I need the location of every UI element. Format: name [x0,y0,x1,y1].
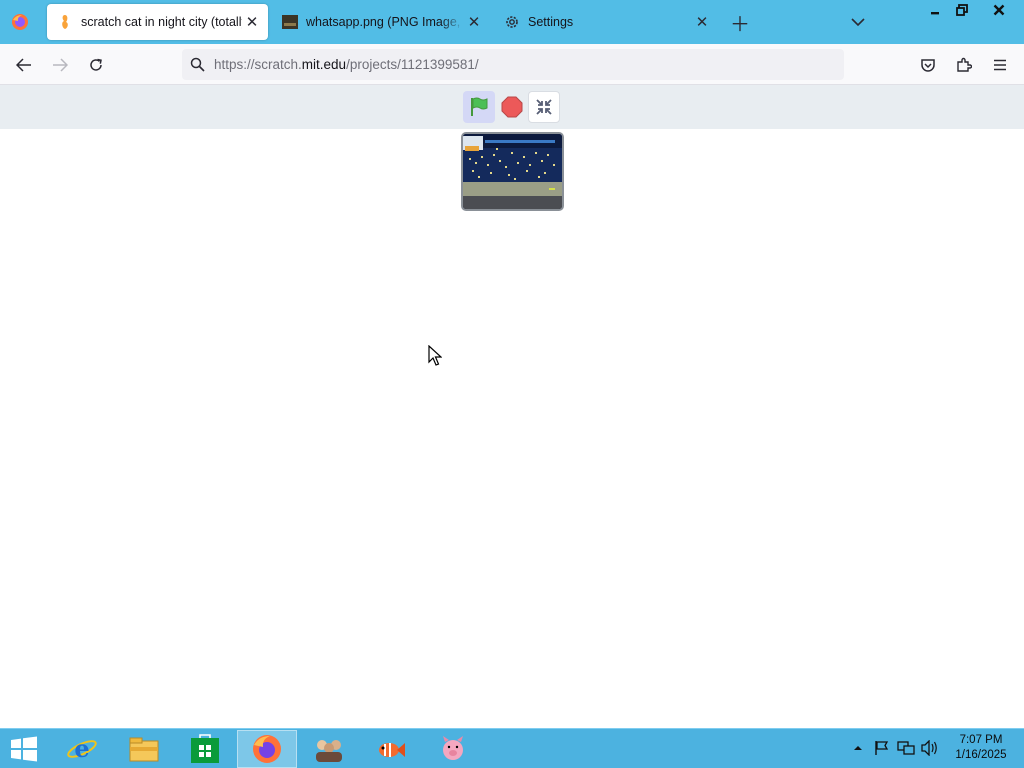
network-icon [897,741,915,755]
svg-text:e: e [74,734,89,763]
app-menu-button[interactable] [985,50,1015,80]
navigation-toolbar: https://scratch.mit.edu/projects/1121399… [0,44,1024,85]
project-stage[interactable] [461,132,564,211]
speaker-icon [921,740,937,756]
firefox-icon [12,14,28,30]
fish-icon [379,743,405,757]
close-icon [993,4,1005,16]
pointer-cursor-icon [428,344,443,366]
clock-date: 1/16/2025 [955,749,1007,761]
back-arrow-icon [16,58,31,72]
extensions-button[interactable] [949,50,979,80]
tab-label: Settings [528,15,574,29]
tab-settings[interactable]: Settings ✕ [494,4,718,40]
caret-up-icon [854,746,862,750]
pocket-button[interactable] [913,50,943,80]
tab-close-button[interactable]: ✕ [692,12,712,32]
minimize-icon [931,12,939,15]
file-explorer-icon [129,737,159,762]
internet-explorer-icon: e [67,734,97,763]
reload-icon [90,58,102,71]
exit-fullscreen-icon [536,99,552,115]
store-icon [191,734,219,763]
address-bar[interactable]: https://scratch.mit.edu/projects/1121399… [182,49,844,80]
night-city-scene [463,134,562,209]
clock-time: 7:07 PM [959,734,1003,746]
taskbar-internet-explorer[interactable]: e [52,730,112,768]
windows-taskbar: e [0,728,1024,768]
tab-strip: scratch cat in night city (totally not i… [0,0,1024,44]
exit-fullscreen-button[interactable] [528,91,560,123]
tab-whatsapp-image[interactable]: whatsapp.png (PNG Image, 34… ✕ [272,4,490,40]
restore-icon [956,4,968,16]
taskbar-store[interactable] [175,730,235,768]
green-flag-icon [471,97,488,116]
tab-scratch-project[interactable]: scratch cat in night city (totally not i… [47,4,268,40]
mouse-cursor [428,344,443,372]
taskbar-people-app[interactable] [299,730,359,768]
tab-label: scratch cat in night city (totally not i… [81,15,242,29]
firefox-icon [253,735,281,763]
close-window-button[interactable] [976,0,1022,20]
taskbar-file-explorer[interactable] [114,730,174,768]
stop-icon [501,96,523,118]
player-controls-bar [0,85,1024,129]
restore-button[interactable] [948,0,976,20]
gear-icon [504,14,520,30]
url-path: /projects/1121399581/ [346,57,479,72]
stop-button[interactable] [496,91,528,123]
taskbar-fish-app[interactable] [361,730,421,768]
green-flag-button[interactable] [463,91,495,123]
chevron-down-icon [851,18,865,27]
tab-label: whatsapp.png (PNG Image, 34… [306,15,464,29]
flag-icon [875,741,889,755]
people-icon [316,740,342,762]
plus-icon: ＋ [730,13,750,36]
system-clock[interactable]: 7:07 PM 1/16/2025 [944,733,1018,763]
action-center-button[interactable] [872,737,892,759]
forward-arrow-icon [53,58,68,72]
taskbar-firefox[interactable] [237,730,297,768]
url-prefix: https://scratch. [214,57,302,72]
volume-button[interactable] [920,737,940,759]
url-host: mit.edu [301,57,347,72]
search-icon [188,56,206,74]
url-text[interactable]: https://scratch.mit.edu/projects/1121399… [214,57,479,72]
hamburger-icon [994,59,1006,71]
forward-button[interactable] [45,50,75,80]
start-button[interactable] [0,730,48,768]
pocket-icon [921,58,935,72]
image-thumb-icon [282,14,298,30]
minimize-button[interactable] [922,0,948,20]
tab-close-button[interactable]: ✕ [242,12,262,32]
scratch-icon [57,14,73,30]
puzzle-icon [957,57,972,72]
list-all-tabs-button[interactable] [846,10,870,34]
windows-logo-icon [11,736,37,762]
reload-button[interactable] [81,50,111,80]
back-button[interactable] [9,50,39,80]
firefox-view-button[interactable] [4,6,36,38]
show-hidden-icons-button[interactable] [848,737,868,759]
new-tab-button[interactable]: ＋ [728,10,752,36]
tab-close-button[interactable]: ✕ [464,12,484,32]
pig-icon [443,736,463,760]
network-button[interactable] [896,737,916,759]
taskbar-pig-app[interactable] [423,730,483,768]
